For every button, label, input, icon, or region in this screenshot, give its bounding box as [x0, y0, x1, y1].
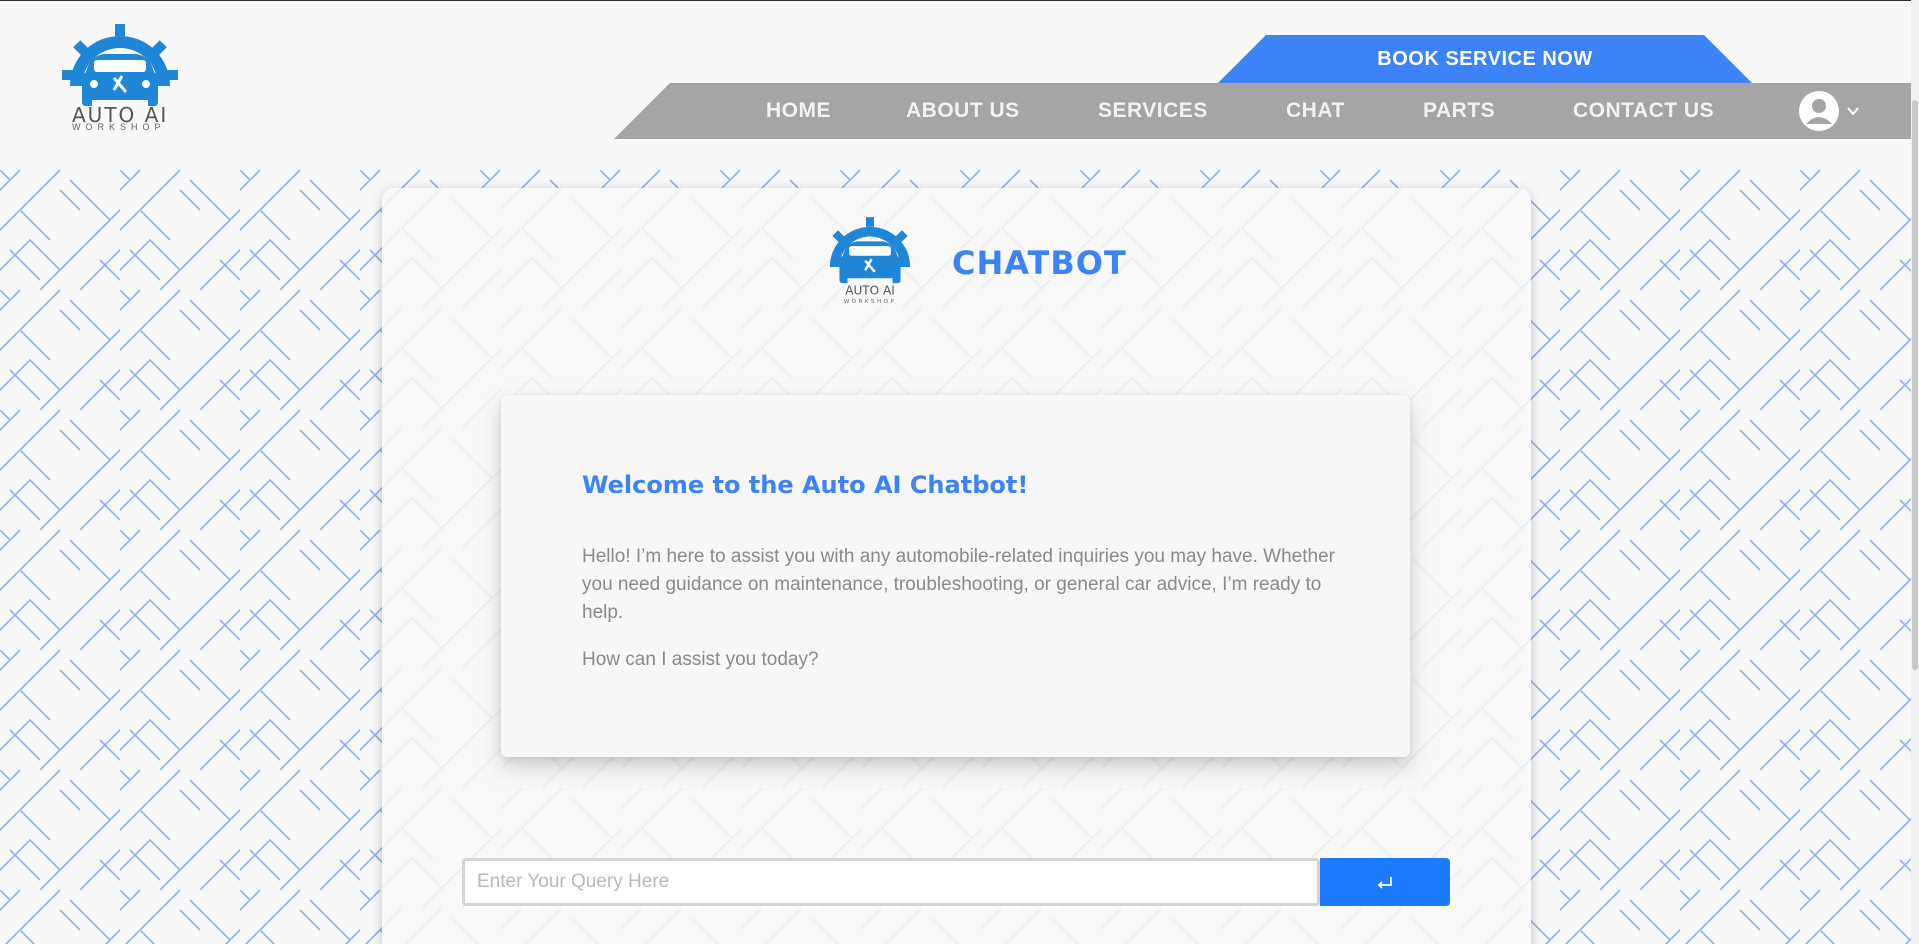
- nav-chat[interactable]: CHAT: [1286, 83, 1345, 139]
- welcome-question: How can I assist you today?: [582, 649, 819, 670]
- welcome-message-card: Welcome to the Auto AI Chatbot! Hello! I…: [501, 395, 1410, 757]
- chatbot-logo: AUTO AI WORKSHOP: [829, 217, 911, 304]
- send-button[interactable]: [1320, 858, 1450, 906]
- welcome-title: Welcome to the Auto AI Chatbot!: [582, 471, 1029, 499]
- card-brand-tagline: WORKSHOP: [844, 299, 896, 304]
- chatbot-title: CHATBOT: [952, 244, 1127, 282]
- welcome-body: Hello! I’m here to assist you with any a…: [582, 546, 1335, 623]
- chevron-down-icon[interactable]: [1846, 104, 1860, 118]
- query-input[interactable]: [462, 858, 1320, 906]
- card-brand-name: AUTO AI: [845, 283, 895, 297]
- user-avatar-icon[interactable]: [1798, 90, 1840, 132]
- book-service-button[interactable]: BOOK SERVICE NOW: [1218, 35, 1752, 83]
- chat-card: AUTO AI WORKSHOP CHATBOT Welcome to the …: [382, 188, 1531, 944]
- page-scrollbar-thumb[interactable]: [1912, 100, 1918, 670]
- nav-services[interactable]: SERVICES: [1098, 83, 1208, 139]
- nav-home[interactable]: HOME: [766, 83, 831, 139]
- nav-parts[interactable]: PARTS: [1423, 83, 1495, 139]
- enter-return-icon: [1377, 877, 1392, 889]
- nav-about-us[interactable]: ABOUT US: [906, 83, 1020, 139]
- nav-contact-us[interactable]: CONTACT US: [1573, 83, 1714, 139]
- brand-tagline: WORKSHOP: [72, 122, 166, 132]
- top-border: [0, 0, 1919, 1]
- user-menu[interactable]: [1798, 90, 1862, 132]
